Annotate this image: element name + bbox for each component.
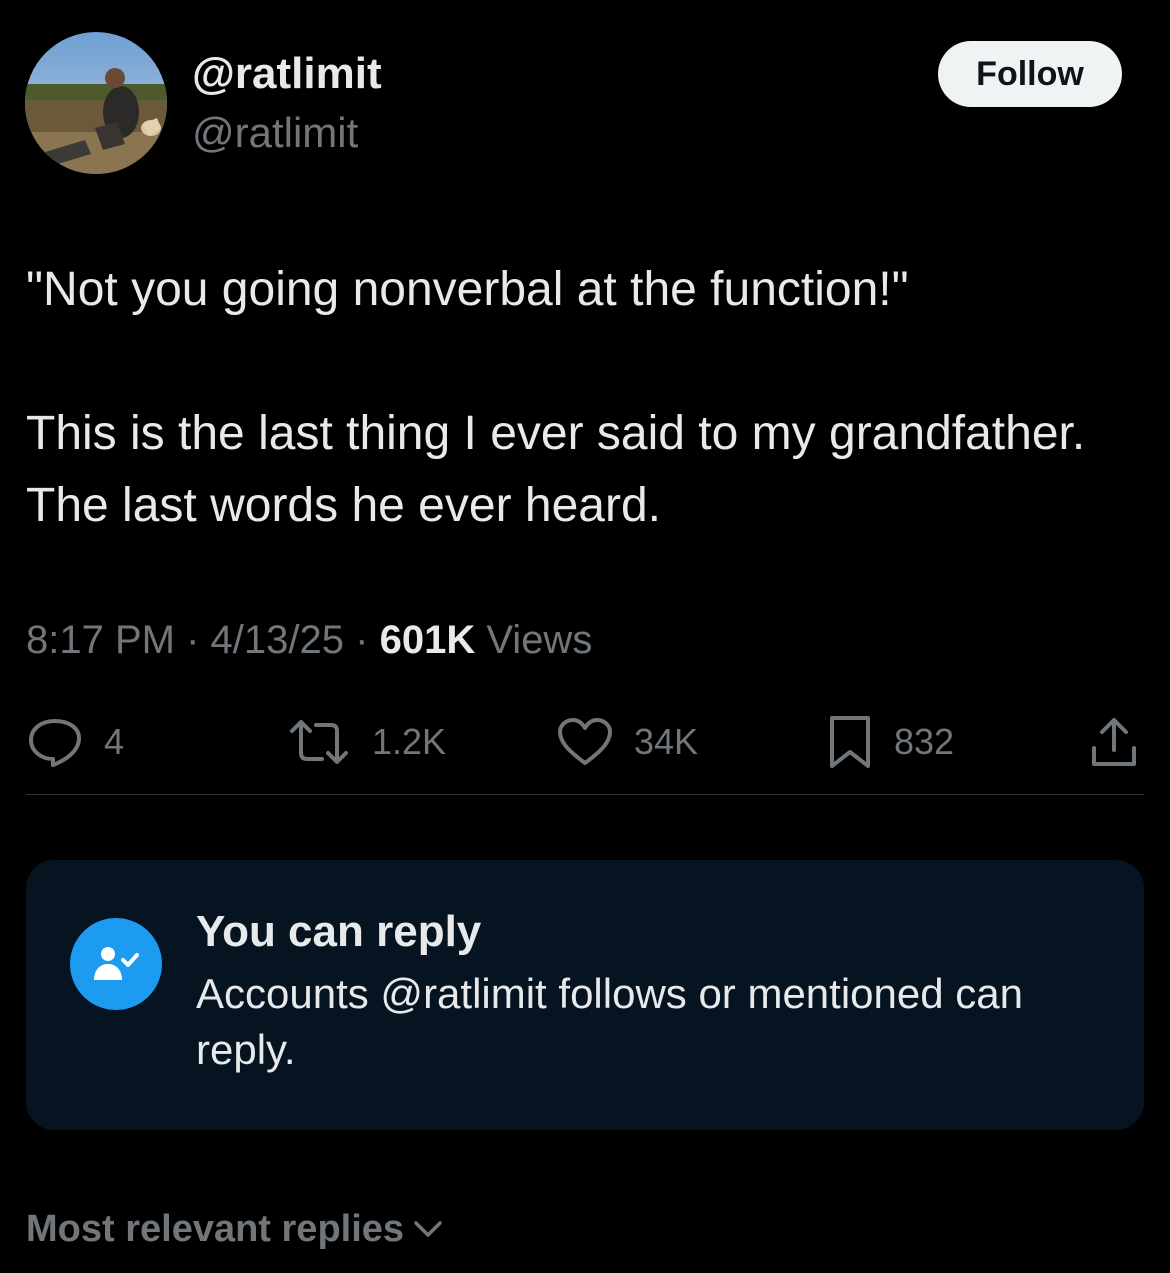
tweet-date[interactable]: 4/13/25 (211, 618, 344, 662)
repost-count: 1.2K (372, 721, 447, 762)
bookmark-icon (830, 716, 870, 768)
repost-icon (290, 720, 348, 764)
divider (26, 794, 1144, 795)
views-count[interactable]: 601K (380, 618, 476, 662)
avatar[interactable] (25, 32, 167, 174)
follow-button[interactable]: Follow (938, 41, 1122, 107)
share-icon (1092, 718, 1136, 766)
reply-card-title: You can reply (196, 907, 482, 956)
tweet-time[interactable]: 8:17 PM (26, 618, 175, 662)
like-count: 34K (634, 721, 699, 762)
tweet-paragraph: This is the last thing I ever said to my… (26, 407, 1086, 532)
share-button[interactable] (1088, 712, 1160, 772)
sort-replies-dropdown[interactable]: Most relevant replies (26, 1204, 444, 1254)
tweet-meta: 8:17 PM · 4/13/25 · 601K Views (26, 612, 592, 668)
reply-button[interactable]: 4 (26, 712, 124, 772)
author-display-name[interactable]: @ratlimit (192, 48, 382, 100)
views-label[interactable]: Views (486, 618, 592, 662)
meta-separator: · (355, 618, 369, 662)
avatar-photo (25, 32, 167, 174)
person-check-icon (70, 918, 162, 1010)
author-handle[interactable]: @ratlimit (192, 108, 358, 158)
tweet-paragraph: "Not you going nonverbal at the function… (26, 263, 909, 316)
like-button[interactable]: 34K (556, 712, 698, 772)
reply-icon (29, 719, 81, 767)
bookmark-count: 832 (894, 721, 955, 762)
meta-separator: · (186, 618, 200, 662)
reply-card-description: Accounts @ratlimit follows or mentioned … (196, 970, 1023, 1073)
repost-button[interactable]: 1.2K (286, 712, 446, 772)
reply-count: 4 (104, 721, 125, 762)
reply-permission-card: You can reply Accounts @ratlimit follows… (26, 860, 1144, 1130)
sort-replies-label: Most relevant replies (26, 1208, 405, 1250)
chevron-down-icon (414, 1221, 442, 1237)
heart-icon (558, 718, 612, 765)
bookmark-button[interactable]: 832 (826, 712, 954, 772)
tweet-text: "Not you going nonverbal at the function… (26, 254, 1136, 542)
